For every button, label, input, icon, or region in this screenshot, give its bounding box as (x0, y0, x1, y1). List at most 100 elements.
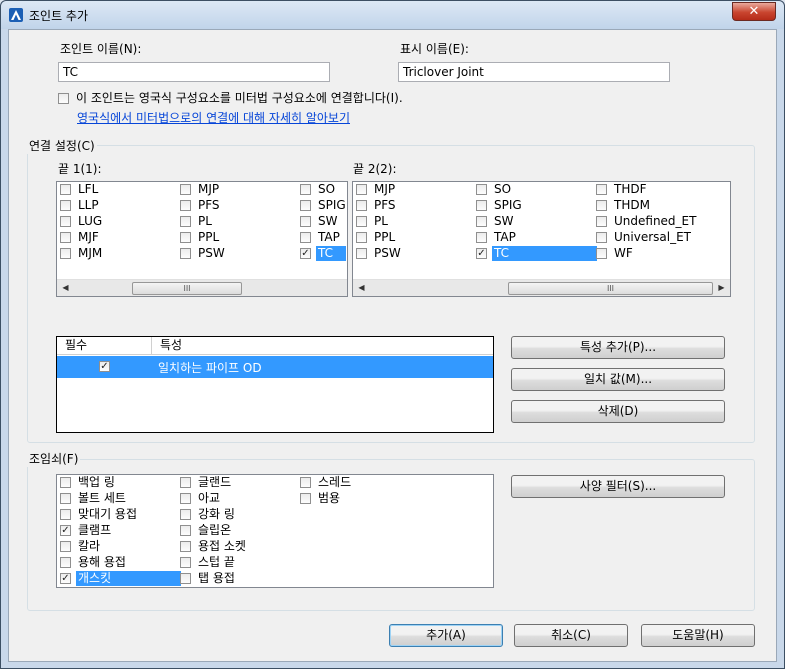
imperial-metric-label: 이 조인트는 영국식 구성요소를 미터법 구성요소에 연결합니다(I). (76, 91, 403, 105)
help-button[interactable]: 도움말(H) (641, 624, 755, 647)
connection-settings-title: 연결 설정(C) (27, 137, 97, 154)
checkbox-box[interactable] (300, 477, 311, 488)
scroll-thumb[interactable]: III (508, 282, 713, 295)
title-bar[interactable]: 조인트 추가 ✕ (1, 1, 784, 29)
checkbox-box[interactable] (60, 509, 71, 520)
checkbox-box[interactable] (60, 232, 71, 243)
property-cell: 일치하는 파이프 OD (158, 361, 262, 375)
delete-button[interactable]: 삭제(D) (511, 400, 725, 423)
checkbox-box[interactable] (180, 493, 191, 504)
joint-name-label: 조인트 이름(N): (60, 42, 142, 56)
checkbox-box[interactable] (180, 557, 191, 568)
end2-option-label: WF (614, 246, 633, 260)
checkbox-box[interactable] (356, 248, 367, 259)
checkbox-box[interactable]: ✓ (60, 525, 71, 536)
fasteners-title: 조임쇠(F) (27, 450, 81, 467)
checkbox-box[interactable] (300, 232, 311, 243)
checkbox-box[interactable] (180, 216, 191, 227)
column-header-property[interactable]: 특성 (152, 337, 493, 355)
checkbox-box[interactable] (300, 200, 311, 211)
checkbox-box[interactable] (60, 200, 71, 211)
checkbox-box[interactable] (180, 184, 191, 195)
end2-option-label: SO (494, 182, 512, 196)
fastener-option-label: 백업 링 (78, 475, 115, 489)
checkbox-box[interactable] (476, 200, 487, 211)
checkbox-box[interactable] (476, 216, 487, 227)
checkbox-box[interactable] (596, 248, 607, 259)
checkbox-box[interactable]: ✓ (60, 573, 71, 584)
checkbox-box[interactable] (180, 525, 191, 536)
checkbox-box[interactable] (596, 200, 607, 211)
end2-listbox[interactable]: ◀ III ▶ MJP PFS PL PPL PSW SO SPIG SW TAP ✓ TC THDF… (352, 181, 731, 297)
fastener-option-label: 탭 용접 (198, 571, 235, 585)
spec-filter-button[interactable]: 사양 필터(S)... (511, 475, 725, 498)
dialog-window: 조인트 추가 ✕ 조인트 이름(N): TC 표시 이름(E): Triclov… (0, 0, 785, 669)
column-header-required[interactable]: 필수 (57, 337, 152, 355)
checkbox-box[interactable] (180, 573, 191, 584)
end1-hscrollbar[interactable]: ◀ III (57, 279, 347, 296)
checkbox-box[interactable] (356, 200, 367, 211)
checkbox-box[interactable] (300, 184, 311, 195)
checkbox-box[interactable] (596, 232, 607, 243)
joint-name-input[interactable]: TC (58, 62, 330, 82)
table-row[interactable]: ✓ 일치하는 파이프 OD (57, 356, 493, 378)
required-checkbox[interactable]: ✓ (99, 361, 110, 372)
checkbox-box[interactable] (180, 200, 191, 211)
checkbox-box[interactable] (60, 248, 71, 259)
checkbox-box[interactable] (356, 184, 367, 195)
add-button[interactable]: 추가(A) (389, 624, 503, 647)
end1-option-label: SW (318, 214, 338, 228)
checkbox-box[interactable] (180, 248, 191, 259)
end2-option-label: PPL (374, 230, 396, 244)
checkbox-box[interactable] (60, 184, 71, 195)
checkbox-box[interactable]: ✓ (300, 248, 311, 259)
fasteners-listbox[interactable]: 백업 링 볼트 세트 맞대기 용접 ✓ 클램프 칼라 용해 용접 ✓ 개스킷 글랜드 아교 강화 링슬… (56, 474, 494, 588)
scroll-thumb[interactable]: III (132, 282, 242, 295)
checkbox-box[interactable] (300, 216, 311, 227)
checkbox-box[interactable]: ✓ (476, 248, 487, 259)
checkbox-box[interactable] (60, 493, 71, 504)
fastener-option-label: 개스킷 (76, 571, 181, 586)
checkbox-box[interactable] (180, 509, 191, 520)
end2-hscrollbar[interactable]: ◀ III ▶ (353, 279, 730, 296)
scroll-right-icon[interactable]: ▶ (713, 280, 730, 296)
checkbox-box[interactable] (58, 93, 69, 104)
checkbox-box[interactable] (596, 216, 607, 227)
checkbox-box[interactable] (60, 557, 71, 568)
close-button[interactable]: ✕ (732, 2, 776, 21)
checkbox-box[interactable] (300, 493, 311, 504)
app-logo-icon (9, 8, 23, 22)
table-header: 필수 특성 (57, 337, 493, 355)
display-name-input[interactable]: Triclover Joint (398, 62, 670, 82)
add-property-button[interactable]: 특성 추가(P)... (511, 336, 725, 359)
end1-option-label: LLP (78, 198, 99, 212)
checkbox-box[interactable] (476, 232, 487, 243)
learn-more-link[interactable]: 영국식에서 미터법으로의 연결에 대해 자세히 알아보기 (77, 109, 350, 126)
properties-table[interactable]: 필수 특성 ✓ 일치하는 파이프 OD (56, 336, 494, 433)
checkbox-box[interactable] (60, 541, 71, 552)
end1-option-label: SPIG (318, 198, 346, 212)
end2-option-label: TAP (494, 230, 516, 244)
scroll-left-icon[interactable]: ◀ (353, 280, 370, 296)
end1-option-label: SO (318, 182, 336, 196)
end2-option-label: THDF (614, 182, 647, 196)
cancel-button[interactable]: 취소(C) (514, 624, 628, 647)
checkbox-box[interactable] (356, 232, 367, 243)
end1-option-label: PSW (198, 246, 225, 260)
checkbox-box[interactable] (60, 477, 71, 488)
checkbox-box[interactable] (180, 541, 191, 552)
checkbox-box[interactable] (476, 184, 487, 195)
match-value-button[interactable]: 일치 값(M)... (511, 368, 725, 391)
checkbox-box[interactable] (180, 232, 191, 243)
fastener-option-label: 용접 소켓 (198, 539, 246, 553)
fastener-option-label: 볼트 세트 (78, 491, 126, 505)
checkbox-box[interactable] (60, 216, 71, 227)
window-title: 조인트 추가 (29, 9, 89, 23)
checkbox-box[interactable] (596, 184, 607, 195)
checkbox-box[interactable] (356, 216, 367, 227)
scroll-left-icon[interactable]: ◀ (57, 280, 74, 296)
fastener-option-label: 슬립온 (198, 523, 232, 537)
fastener-option-label: 칼라 (78, 539, 101, 553)
end1-listbox[interactable]: ◀ III LFL LLP LUG MJF MJM MJP PFS PL PPL PSW SO SPI… (56, 181, 348, 297)
checkbox-box[interactable] (180, 477, 191, 488)
